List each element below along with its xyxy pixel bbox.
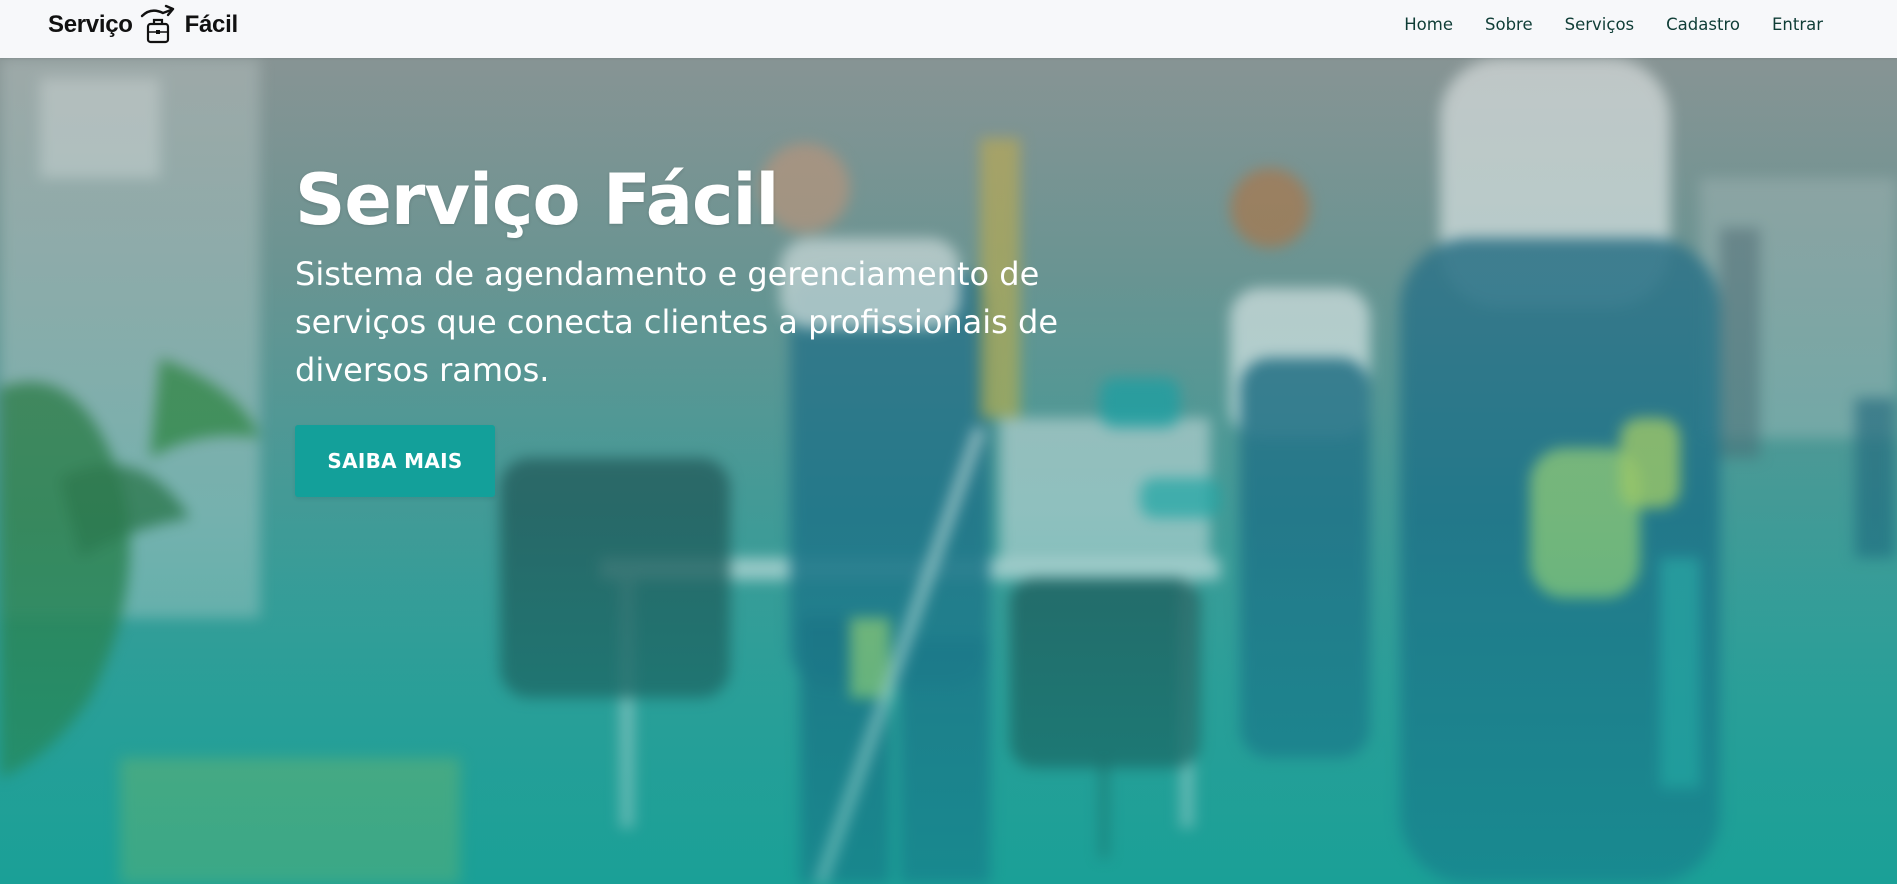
hero-title: Serviço Fácil bbox=[295, 159, 779, 241]
brand-logo[interactable]: Serviço Fácil bbox=[48, 4, 238, 46]
nav-sobre[interactable]: Sobre bbox=[1485, 15, 1533, 34]
saiba-mais-button[interactable]: SAIBA MAIS bbox=[295, 425, 495, 497]
main-nav: Home Sobre Serviços Cadastro Entrar bbox=[1404, 0, 1823, 48]
brand-word-left: Serviço bbox=[48, 11, 133, 38]
nav-cadastro[interactable]: Cadastro bbox=[1666, 15, 1740, 34]
hero-subtitle: Sistema de agendamento e gerenciamento d… bbox=[295, 255, 1059, 389]
hero-content: Serviço Fácil Sistema de agendamento e g… bbox=[295, 158, 1195, 394]
hero-section: Serviço Fácil Sistema de agendamento e g… bbox=[0, 58, 1897, 884]
briefcase-arrow-icon bbox=[140, 4, 174, 44]
brand-word-right: Fácil bbox=[184, 11, 239, 38]
navbar: Serviço Fácil Home Sobre Serviços Cadast… bbox=[0, 0, 1897, 58]
nav-home[interactable]: Home bbox=[1404, 15, 1453, 34]
nav-entrar[interactable]: Entrar bbox=[1772, 15, 1823, 34]
nav-servicos[interactable]: Serviços bbox=[1565, 15, 1635, 34]
